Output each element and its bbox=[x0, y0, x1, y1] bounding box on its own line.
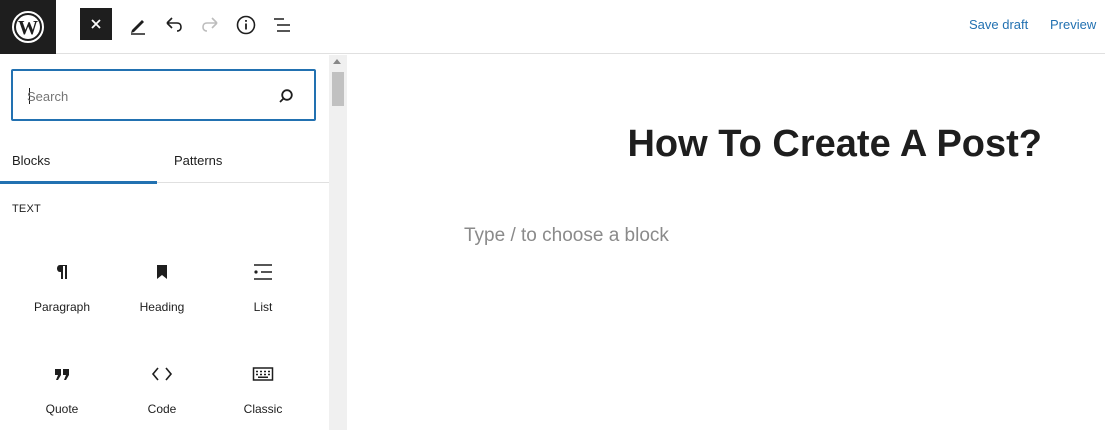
tools-button[interactable] bbox=[122, 9, 154, 41]
block-code[interactable]: Code bbox=[112, 362, 212, 430]
search-box bbox=[11, 69, 316, 121]
close-icon bbox=[91, 19, 101, 29]
block-classic[interactable]: Classic bbox=[213, 362, 313, 430]
wordpress-icon: W bbox=[12, 11, 44, 43]
save-draft-button[interactable]: Save draft bbox=[969, 17, 1028, 32]
search-input[interactable] bbox=[27, 86, 267, 106]
details-button[interactable] bbox=[230, 9, 262, 41]
category-heading: TEXT bbox=[12, 203, 41, 215]
list-icon bbox=[251, 260, 275, 284]
info-icon bbox=[236, 15, 256, 35]
block-label: Code bbox=[147, 402, 177, 416]
code-icon bbox=[150, 362, 174, 386]
editor-header: W Save draft Preview bbox=[0, 0, 1105, 54]
search-icon[interactable] bbox=[276, 86, 296, 106]
block-label: Classic bbox=[243, 402, 283, 416]
block-label: Quote bbox=[45, 402, 79, 416]
block-label: List bbox=[253, 300, 273, 314]
post-title[interactable]: How To Create A Post? bbox=[627, 123, 1042, 166]
tab-blocks[interactable]: Blocks bbox=[0, 139, 157, 184]
scroll-thumb[interactable] bbox=[332, 72, 344, 106]
pencil-icon bbox=[131, 20, 145, 35]
redo-icon bbox=[202, 17, 218, 32]
block-paragraph[interactable]: Paragraph bbox=[12, 260, 112, 340]
paragraph-icon bbox=[50, 260, 74, 284]
svg-text:W: W bbox=[18, 17, 38, 39]
editor-canvas: How To Create A Post? Type / to choose a… bbox=[347, 55, 1105, 430]
block-label: Paragraph bbox=[33, 300, 91, 314]
block-inserter-panel: Blocks Patterns TEXT Paragraph Heading L… bbox=[0, 55, 347, 430]
block-quote[interactable]: Quote bbox=[12, 362, 112, 430]
list-view-button[interactable] bbox=[266, 9, 298, 41]
close-inserter-button[interactable] bbox=[80, 8, 112, 40]
undo-button[interactable] bbox=[158, 9, 190, 41]
block-heading[interactable]: Heading bbox=[112, 260, 212, 340]
preview-button[interactable]: Preview bbox=[1050, 17, 1096, 32]
block-list[interactable]: List bbox=[213, 260, 313, 340]
quote-icon bbox=[50, 362, 74, 386]
redo-button[interactable] bbox=[194, 9, 226, 41]
bookmark-icon bbox=[150, 260, 174, 284]
block-appender-placeholder[interactable]: Type / to choose a block bbox=[464, 225, 669, 247]
tab-patterns[interactable]: Patterns bbox=[157, 139, 329, 183]
list-view-icon bbox=[274, 18, 290, 32]
sidebar-scrollbar[interactable] bbox=[329, 55, 347, 430]
undo-icon bbox=[166, 17, 182, 32]
wordpress-logo-button[interactable]: W bbox=[0, 0, 56, 54]
inserter-tabs: Blocks Patterns bbox=[0, 139, 329, 184]
block-label: Heading bbox=[139, 300, 185, 314]
scroll-up-arrow-icon[interactable] bbox=[333, 59, 341, 64]
keyboard-icon bbox=[251, 362, 275, 386]
